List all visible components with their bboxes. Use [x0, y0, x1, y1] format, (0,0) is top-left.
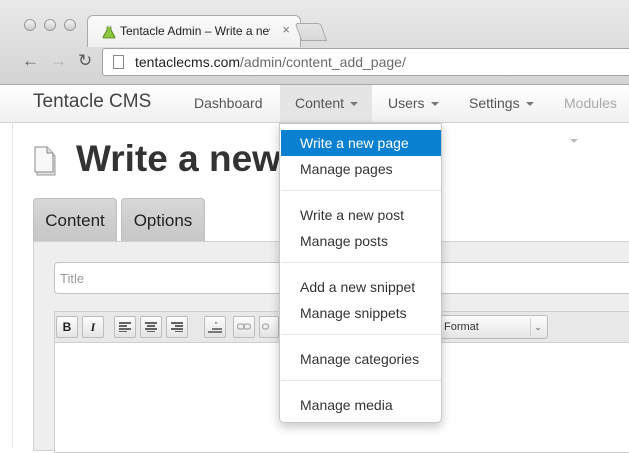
- align-center-button[interactable]: [140, 316, 162, 338]
- page-icon: [113, 55, 124, 69]
- format-select-value: Format: [444, 321, 479, 333]
- blockquote-icon: ": [208, 322, 222, 333]
- nav-settings-label: Settings: [469, 95, 520, 111]
- link-icon: [236, 323, 252, 330]
- chevron-down-icon: [570, 139, 578, 144]
- app-navbar: Tentacle CMS Dashboard Content Users Set…: [0, 85, 629, 144]
- tab-content[interactable]: Content: [33, 198, 117, 242]
- align-left-icon: [119, 322, 131, 333]
- link-button[interactable]: [233, 316, 255, 338]
- menu-item-manage-posts[interactable]: Manage posts: [281, 228, 441, 254]
- nav-modules[interactable]: Modules: [564, 85, 629, 144]
- menu-item-write-new-page[interactable]: Write a new page: [281, 130, 441, 156]
- nav-dashboard[interactable]: Dashboard: [194, 85, 263, 122]
- menu-item-add-new-snippet[interactable]: Add a new snippet: [281, 274, 441, 300]
- nav-dashboard-label: Dashboard: [194, 95, 263, 111]
- flask-icon: [102, 25, 116, 39]
- bold-button[interactable]: B: [56, 316, 78, 338]
- menu-item-write-new-post[interactable]: Write a new post: [281, 202, 441, 228]
- align-right-button[interactable]: [166, 316, 188, 338]
- address-bar[interactable]: tentaclecms.com/admin/content_add_page/: [102, 48, 629, 76]
- chevron-down-icon: [430, 102, 439, 107]
- reload-icon[interactable]: ↻: [78, 51, 92, 71]
- forward-icon[interactable]: →: [50, 51, 67, 71]
- menu-divider: [281, 262, 441, 263]
- nav-content[interactable]: Content: [280, 85, 372, 122]
- italic-button[interactable]: I: [82, 316, 104, 338]
- unlink-button[interactable]: [259, 316, 279, 338]
- new-tab-button[interactable]: [294, 23, 328, 41]
- align-center-icon: [145, 322, 157, 333]
- url-host: tentaclecms.com: [135, 54, 241, 70]
- back-icon[interactable]: ←: [22, 51, 39, 71]
- format-select[interactable]: Format ⌄: [438, 315, 548, 339]
- minimize-window-icon[interactable]: [44, 19, 56, 31]
- document-icon: [34, 146, 56, 176]
- nav-modules-label: Modules: [564, 95, 617, 111]
- menu-item-manage-pages[interactable]: Manage pages: [281, 156, 441, 182]
- menu-divider: [281, 380, 441, 381]
- nav-users-label: Users: [388, 95, 425, 111]
- select-arrow-icon: ⌄: [530, 318, 545, 336]
- content-dropdown-menu: Write a new page Manage pages Write a ne…: [279, 123, 442, 423]
- page-title: Write a new: [76, 138, 281, 179]
- nav-users[interactable]: Users: [388, 85, 439, 122]
- browser-tab[interactable]: Tentacle Admin – Write a new ×: [87, 15, 301, 47]
- svg-text:": ": [215, 322, 218, 329]
- menu-item-manage-snippets[interactable]: Manage snippets: [281, 300, 441, 326]
- chevron-down-icon: [525, 102, 534, 107]
- tab-title: Tentacle Admin – Write a new: [120, 24, 270, 38]
- chevron-down-icon: [350, 102, 359, 107]
- url-path: /admin/content_add_page/: [240, 54, 406, 70]
- align-right-icon: [171, 322, 183, 333]
- left-rail: [12, 122, 13, 448]
- brand-logo[interactable]: Tentacle CMS: [33, 91, 151, 113]
- nav-settings[interactable]: Settings: [469, 85, 534, 122]
- align-left-button[interactable]: [114, 316, 136, 338]
- blockquote-button[interactable]: ": [204, 316, 226, 338]
- tab-close-icon[interactable]: ×: [282, 22, 290, 37]
- zoom-window-icon[interactable]: [64, 19, 76, 31]
- close-window-icon[interactable]: [24, 19, 36, 31]
- menu-divider: [281, 334, 441, 335]
- menu-item-manage-media[interactable]: Manage media: [281, 392, 441, 418]
- browser-chrome: Tentacle Admin – Write a new × ← → ↻ ten…: [0, 0, 629, 85]
- nav-content-label: Content: [295, 95, 345, 111]
- unlink-icon: [261, 323, 270, 330]
- menu-divider: [281, 190, 441, 191]
- menu-item-manage-categories[interactable]: Manage categories: [281, 346, 441, 372]
- url-text: tentaclecms.com/admin/content_add_page/: [135, 54, 406, 70]
- tab-options[interactable]: Options: [121, 198, 205, 242]
